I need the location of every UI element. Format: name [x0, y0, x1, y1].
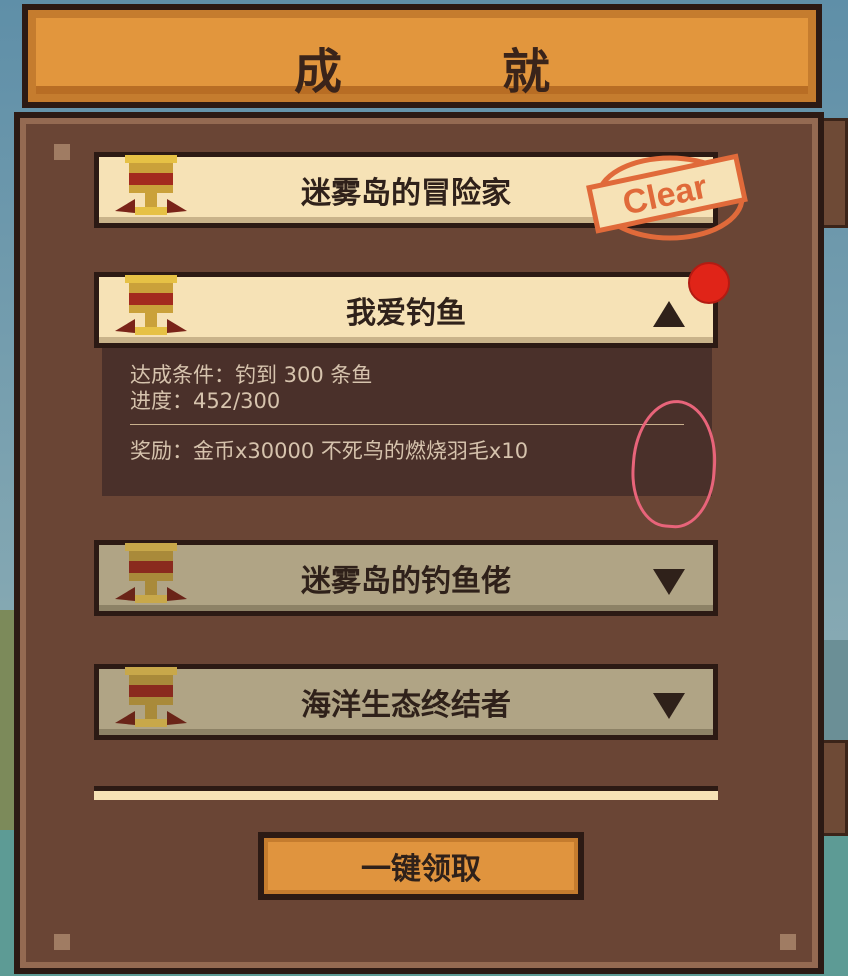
achievement-title: 迷雾岛的冒险家 [301, 176, 511, 211]
notification-badge [688, 262, 730, 304]
achievement-details: 达成条件：钓到 300 条鱼 进度：452/300 奖励：金币x30000 不死… [102, 348, 712, 496]
page-title: 成 就 [293, 44, 606, 100]
achievement-title: 我爱钓鱼 [346, 296, 466, 331]
down-arrow-icon[interactable] [651, 691, 687, 721]
achievement-row[interactable]: 海洋生态终结者 [94, 664, 718, 740]
down-arrow-icon[interactable] [651, 567, 687, 597]
achievement-row[interactable]: 我爱钓鱼 [94, 272, 718, 348]
trophy-icon [115, 543, 187, 603]
trophy-icon [115, 155, 187, 215]
title-bar: 成 就 [22, 4, 822, 108]
clear-stamp-icon: Clear [586, 153, 748, 241]
wooden-post [820, 118, 848, 228]
corner-rivet [54, 934, 70, 950]
up-arrow-icon[interactable] [651, 299, 687, 329]
trophy-icon [115, 275, 187, 335]
corner-rivet [54, 144, 70, 160]
trophy-icon [115, 667, 187, 727]
claim-all-button[interactable]: 一键领取 [258, 832, 584, 900]
condition-text: 达成条件：钓到 300 条鱼 [130, 363, 373, 387]
progress-text: 进度：452/300 [130, 389, 281, 413]
row-edge [94, 791, 718, 800]
wooden-post [820, 740, 848, 836]
achievement-title: 迷雾岛的钓鱼佬 [301, 564, 511, 599]
achievement-row-partial [94, 786, 718, 800]
corner-rivet [780, 934, 796, 950]
achievement-title: 海洋生态终结者 [301, 688, 511, 723]
reward-text: 奖励：金币x30000 不死鸟的燃烧羽毛x10 [130, 439, 529, 463]
achievement-row[interactable]: 迷雾岛的钓鱼佬 [94, 540, 718, 616]
divider [130, 424, 684, 425]
